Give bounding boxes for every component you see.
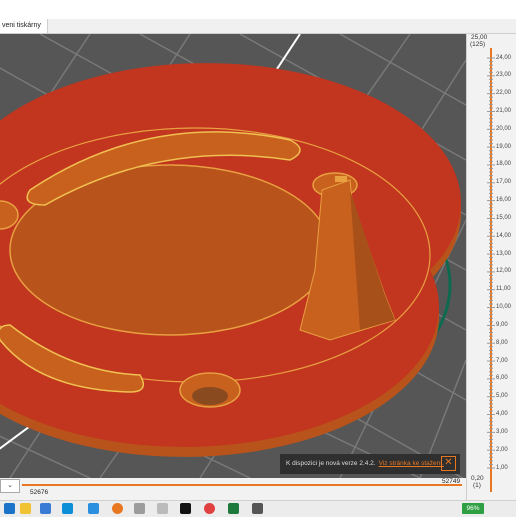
battery-indicator[interactable]: 96%	[462, 503, 484, 514]
store-icon[interactable]	[40, 503, 51, 514]
cura-icon[interactable]	[134, 503, 145, 514]
ruler-tick-label: 1,00	[496, 464, 508, 471]
move-slider[interactable]: ⌄ 52676 52749	[0, 478, 466, 500]
layer-slider[interactable]: 25,00 (125) 24,00 23,00 22,00 21,00 20,00 19,…	[466, 34, 516, 500]
windows-taskbar: 96%	[0, 500, 516, 517]
chevron-down-icon: ⌄	[7, 482, 13, 489]
ruler-tick-label: 5,00	[496, 393, 508, 400]
ruler-tick-label: 13,00	[496, 250, 512, 257]
excel-icon[interactable]	[228, 503, 239, 514]
ruler-tick-label: 4,00	[496, 411, 508, 418]
ruler-tick-label: 9,00	[496, 321, 508, 328]
ruler-tick-label: 15,00	[496, 214, 512, 221]
move-slider-left-value: 52676	[30, 489, 49, 496]
ruler-tick-label: 22,00	[496, 90, 512, 97]
ruler-tick-label: 11,00	[496, 286, 511, 293]
app-icon[interactable]	[157, 503, 168, 514]
prusaslicer-icon[interactable]	[112, 503, 123, 514]
ruler-tick-label: 19,00	[496, 143, 512, 150]
ruler-tick-label: 21,00	[496, 107, 512, 114]
move-slider-track[interactable]	[22, 484, 462, 486]
print-preview-scene	[0, 34, 466, 478]
netflix-icon[interactable]	[180, 503, 191, 514]
ruler-tick-label: 17,00	[496, 179, 512, 186]
ruler-tick-label: 16,00	[496, 197, 512, 204]
ruler-tick-label: 6,00	[496, 375, 508, 382]
ruler-tick-label: 24,00	[496, 54, 512, 61]
chrome-icon[interactable]	[88, 503, 99, 514]
ruler-tick-label: 23,00	[496, 72, 512, 79]
ruler-tick-label: 3,00	[496, 428, 508, 435]
notification-text: K dispozici je nová verze 2.4.2.	[286, 460, 376, 467]
file-explorer-icon[interactable]	[20, 503, 31, 514]
3d-preview-viewport[interactable]: K dispozici je nová verze 2.4.2. Viz strá…	[0, 34, 466, 478]
paint-icon[interactable]	[204, 503, 215, 514]
ruler-tick-label: 20,00	[496, 125, 512, 132]
ruler-tick-label: 7,00	[496, 357, 508, 364]
mount-hole-bottom-inner	[192, 387, 228, 405]
view-type-combo[interactable]: ⌄	[0, 479, 20, 493]
tab-printer-settings[interactable]: veni tiskárny	[0, 19, 48, 33]
tab-bar: veni tiskárny	[0, 19, 516, 34]
ruler-tick-label: 2,00	[496, 446, 508, 453]
ruler-tick-label: 12,00	[496, 268, 512, 275]
update-notification: K dispozici je nová verze 2.4.2. Viz strá…	[280, 454, 460, 474]
ruler-tick-label: 14,00	[496, 232, 512, 239]
layer-bottom-index: (1)	[473, 482, 481, 489]
start-icon[interactable]	[4, 503, 15, 514]
layer-ruler-graphic	[487, 48, 495, 492]
skype-icon[interactable]	[62, 503, 73, 514]
window-top-strip	[0, 0, 516, 19]
ruler-tick-label: 18,00	[496, 161, 512, 168]
notification-close-button[interactable]: ✕	[441, 456, 456, 471]
support-post-top	[335, 176, 347, 182]
app-icon[interactable]	[252, 503, 263, 514]
ruler-tick-label: 8,00	[496, 339, 508, 346]
layer-top-index: (125)	[470, 41, 486, 48]
move-slider-right-value: 52749	[442, 478, 461, 485]
ruler-tick-label: 10,00	[496, 304, 512, 311]
download-page-link[interactable]: Viz stránka ke stažení.	[379, 460, 444, 467]
